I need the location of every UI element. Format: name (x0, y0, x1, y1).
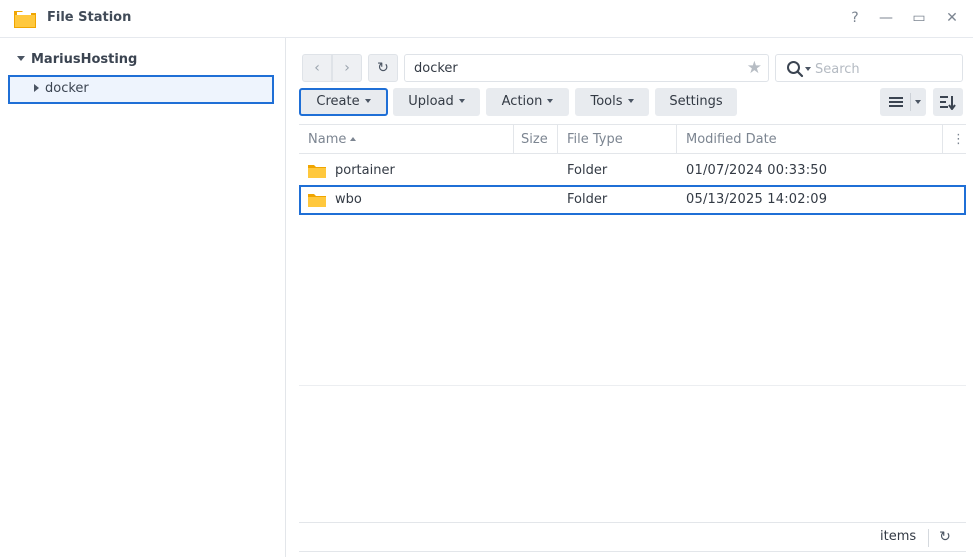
row-modified: 05/13/2025 14:02:09 (686, 192, 828, 207)
file-grid-header: Name Size File Type Modified Date ⋮ (299, 124, 966, 154)
column-header-size[interactable]: Size (514, 125, 558, 154)
settings-label: Settings (669, 94, 723, 109)
tools-label: Tools (590, 94, 623, 109)
column-modified-label: Modified Date (686, 132, 777, 147)
folder-tree: MariusHosting docker (0, 38, 286, 557)
folder-icon (308, 194, 326, 207)
table-row[interactable]: portainer Folder 01/07/2024 00:33:50 (299, 156, 966, 186)
file-station-icon (14, 11, 36, 28)
caret-right-icon[interactable] (34, 84, 39, 92)
column-name-label: Name (308, 132, 347, 147)
column-header-type[interactable]: File Type (558, 125, 677, 154)
upload-button[interactable]: Upload (393, 88, 480, 116)
create-button[interactable]: Create (299, 88, 388, 116)
close-icon[interactable]: ✕ (942, 8, 962, 28)
title-bar: File Station ? — ▭ ✕ (0, 0, 973, 38)
row-name: portainer (335, 163, 395, 178)
column-type-label: File Type (567, 132, 623, 147)
chevron-down-icon (458, 99, 465, 103)
help-icon[interactable]: ? (845, 8, 865, 28)
row-name: wbo (335, 192, 362, 207)
row-modified: 01/07/2024 00:33:50 (686, 163, 828, 178)
star-icon[interactable]: ★ (747, 58, 762, 78)
tree-item-docker[interactable]: docker (8, 75, 274, 104)
refresh-button[interactable]: ↻ (368, 54, 398, 82)
divider (928, 529, 929, 547)
upload-label: Upload (408, 94, 454, 109)
items-count: items (880, 529, 917, 544)
view-mode-button[interactable] (880, 88, 926, 116)
search-icon (787, 61, 804, 78)
search-box[interactable] (775, 54, 963, 82)
list-view-icon (889, 97, 903, 107)
path-text: docker (414, 61, 458, 76)
create-label: Create (316, 94, 360, 109)
settings-button[interactable]: Settings (655, 88, 737, 116)
row-type: Folder (567, 192, 608, 207)
sort-icon (940, 96, 956, 110)
chevron-down-icon[interactable] (805, 67, 811, 71)
refresh-icon[interactable]: ↻ (936, 528, 954, 546)
chevron-down-icon (547, 99, 554, 103)
column-size-label: Size (521, 132, 548, 147)
chevron-down-icon[interactable] (915, 100, 921, 104)
path-field[interactable]: docker ★ (404, 54, 769, 82)
window-title: File Station (47, 10, 132, 25)
column-options-icon[interactable]: ⋮ (943, 125, 966, 154)
sort-ascending-icon (350, 137, 357, 141)
divider (910, 93, 911, 111)
minimize-icon[interactable]: — (876, 8, 896, 28)
action-label: Action (501, 94, 543, 109)
back-button[interactable]: ‹ (302, 54, 332, 82)
column-header-modified[interactable]: Modified Date (677, 125, 943, 154)
chevron-down-icon (627, 99, 634, 103)
status-bar: items ↻ (299, 522, 966, 552)
divider (299, 385, 966, 386)
search-input[interactable] (815, 59, 955, 79)
tree-root-mariushosting[interactable]: MariusHosting (17, 52, 137, 67)
forward-button[interactable]: › (332, 54, 362, 82)
column-header-name[interactable]: Name (299, 125, 514, 154)
sort-button[interactable] (933, 88, 963, 116)
tools-button[interactable]: Tools (575, 88, 649, 116)
tree-root-label: MariusHosting (31, 52, 138, 67)
tree-item-label: docker (45, 81, 89, 96)
table-row[interactable]: wbo Folder 05/13/2025 14:02:09 (299, 185, 966, 215)
chevron-down-icon (364, 99, 371, 103)
caret-down-icon[interactable] (17, 56, 25, 61)
row-type: Folder (567, 163, 608, 178)
maximize-icon[interactable]: ▭ (909, 8, 929, 28)
folder-icon (308, 165, 326, 178)
action-button[interactable]: Action (486, 88, 569, 116)
